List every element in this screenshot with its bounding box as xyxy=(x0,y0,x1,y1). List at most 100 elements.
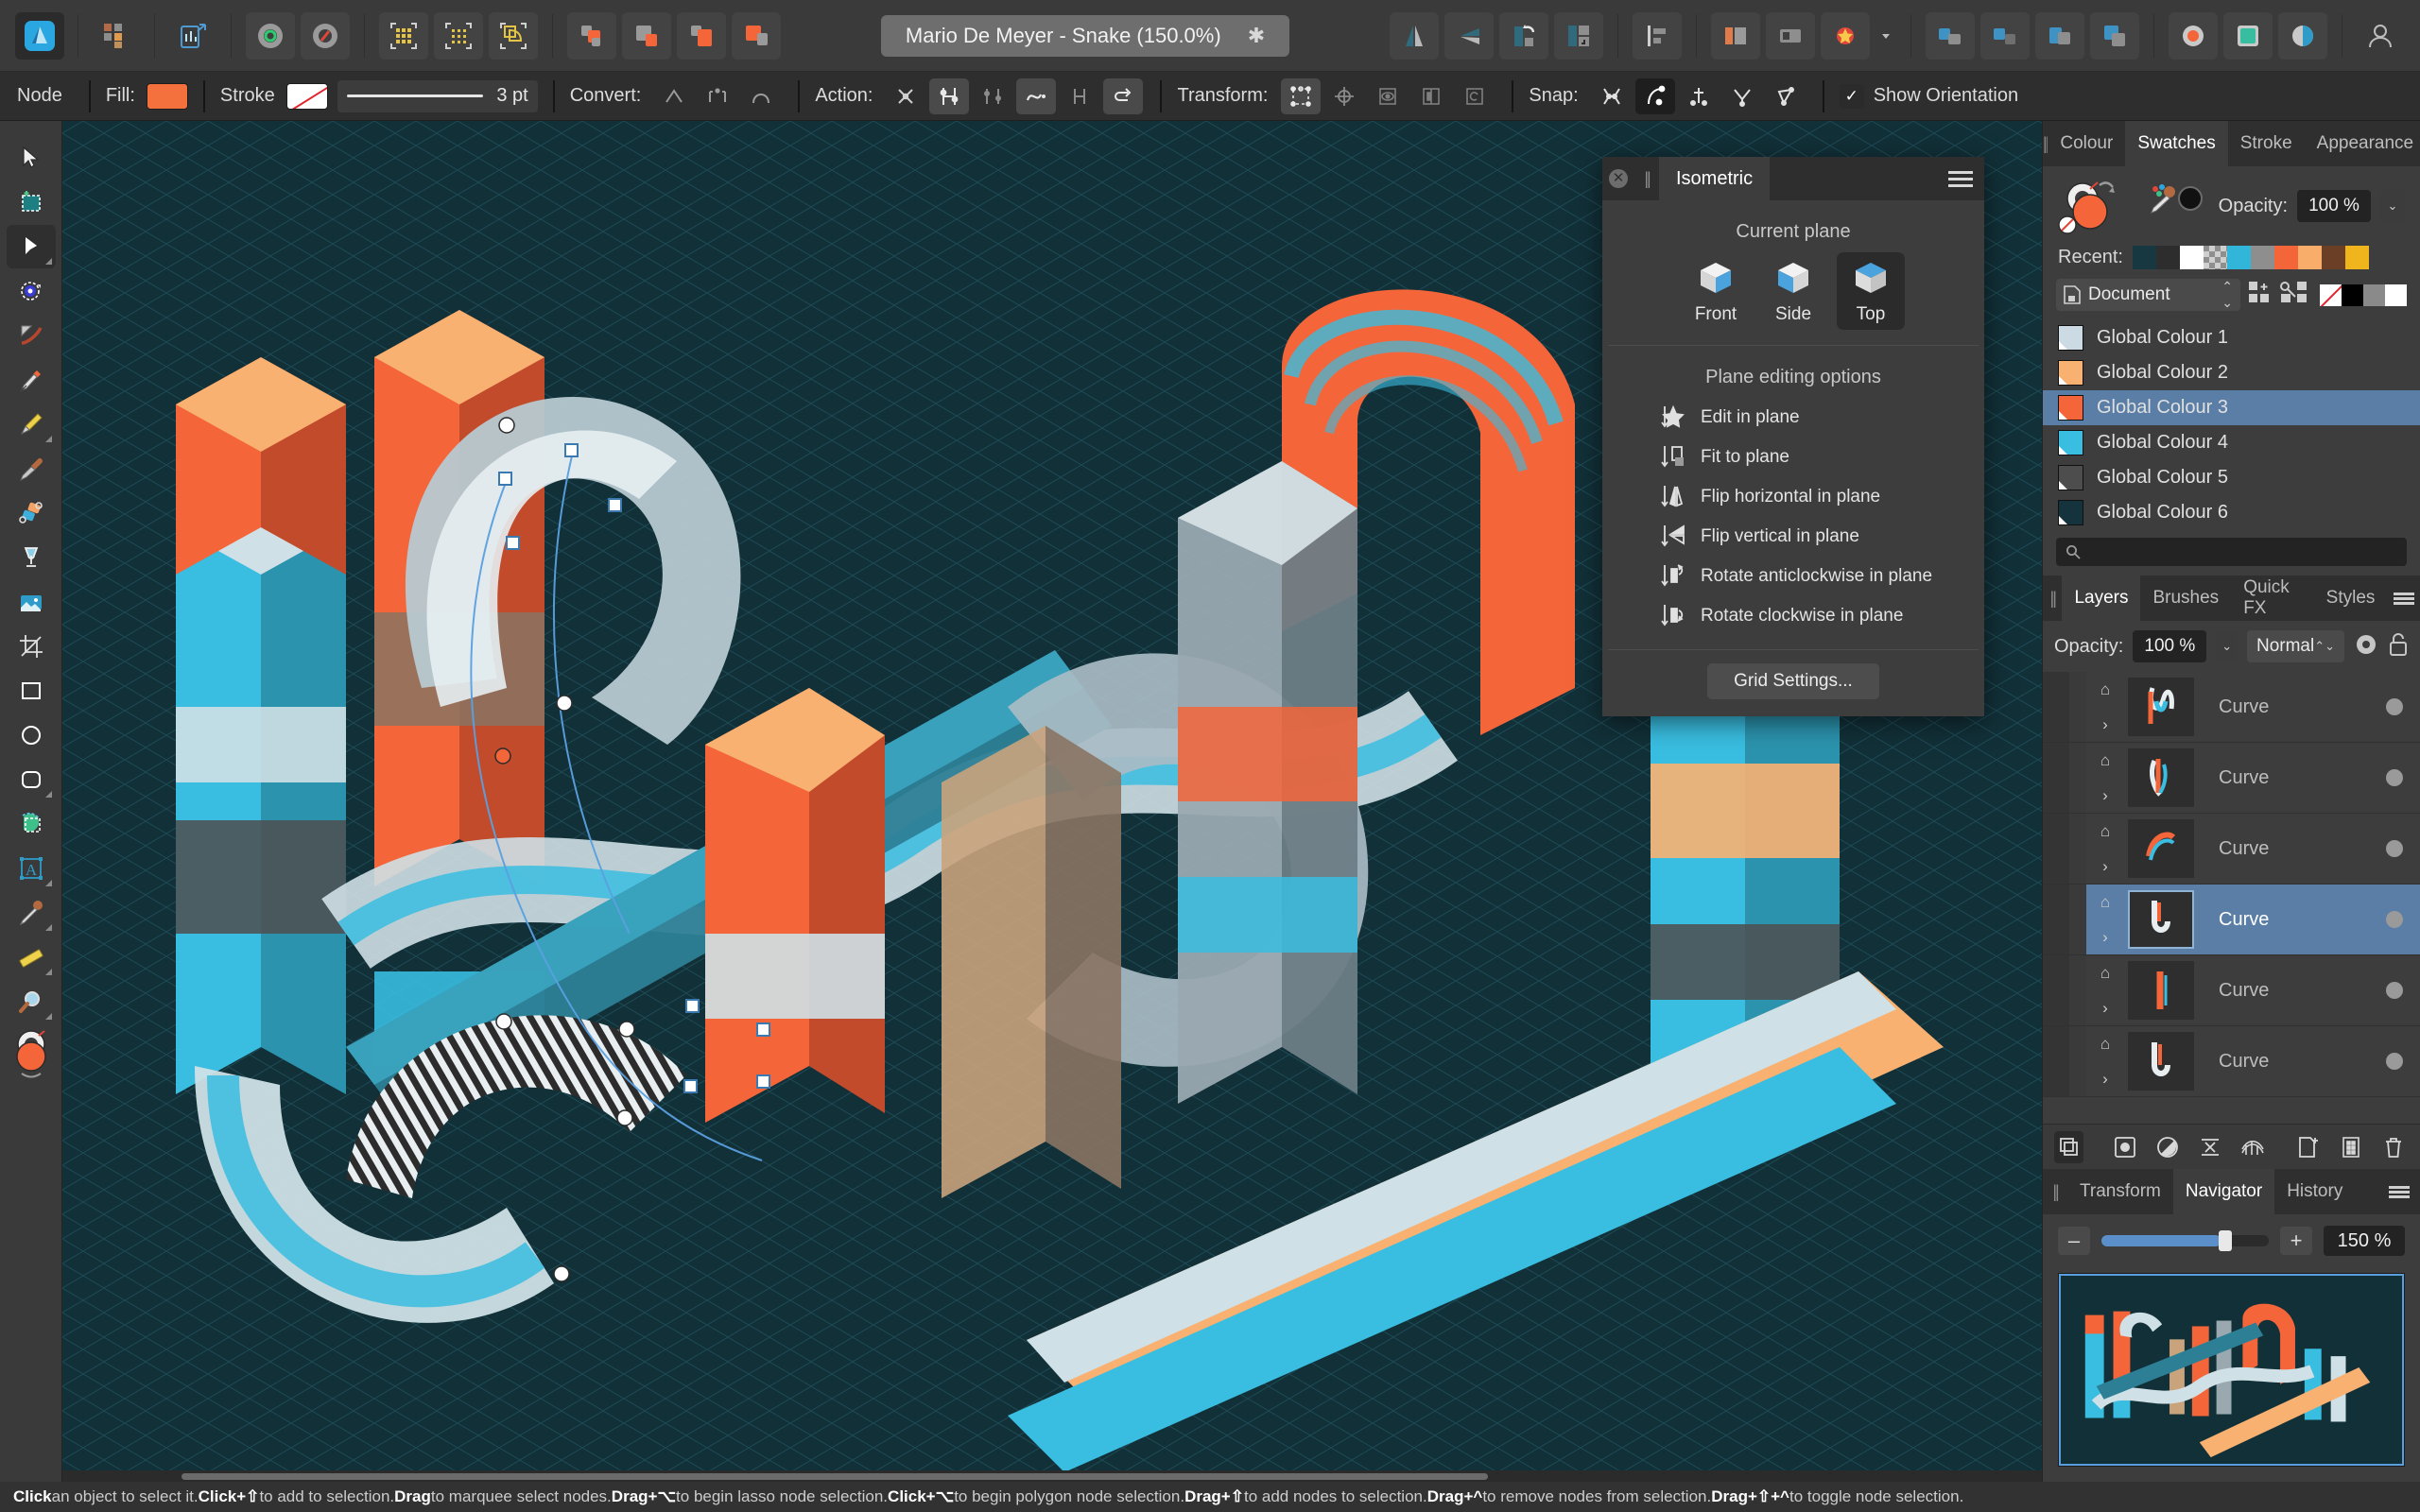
recent-colour-chip[interactable] xyxy=(2344,246,2369,269)
pencil-tool[interactable] xyxy=(7,403,56,446)
recent-colour-chip[interactable] xyxy=(2297,246,2322,269)
snap-curve-button[interactable] xyxy=(1634,77,1675,114)
account-button[interactable] xyxy=(2356,12,2405,60)
place-image-tool[interactable] xyxy=(7,580,56,624)
node-selection-tool[interactable] xyxy=(7,180,56,224)
zoom-value-input[interactable]: 150 % xyxy=(2324,1226,2405,1256)
panel-grip[interactable]: || xyxy=(2043,576,2062,621)
action-close-curve-button[interactable] xyxy=(929,77,970,114)
layer-controls[interactable]: ⌂ › xyxy=(2086,672,2124,742)
show-orientation-checkbox[interactable]: ✓ xyxy=(1839,83,1864,109)
fill-tool[interactable] xyxy=(7,536,56,579)
panel-grip[interactable]: || xyxy=(2043,1169,2067,1214)
convert-sharp-button[interactable] xyxy=(654,78,694,114)
boolean-subtract-button[interactable] xyxy=(622,11,671,60)
blend-mode-select[interactable]: Normal ⌃⌄ xyxy=(2246,630,2344,662)
tab-brushes[interactable]: Brushes xyxy=(2140,576,2232,621)
document-tab[interactable]: Mario De Meyer - Snake (150.0%) ✱ xyxy=(880,14,1290,57)
swatch-list-item[interactable]: Global Colour 6 xyxy=(2043,495,2420,530)
pen-tool[interactable] xyxy=(7,358,56,402)
layers-opacity-stepper[interactable]: ⌄ xyxy=(2216,630,2238,662)
colour-selector[interactable] xyxy=(7,1024,56,1083)
ellipse-tool[interactable] xyxy=(7,713,56,757)
swatch-list-item[interactable]: Global Colour 4 xyxy=(2043,425,2420,460)
snap-polygon-button[interactable] xyxy=(1766,78,1806,114)
add-live-filter-button[interactable] xyxy=(2238,1131,2268,1163)
navigator-panel-menu-icon[interactable] xyxy=(2378,1169,2420,1214)
canvas-horizontal-scrollbar[interactable] xyxy=(62,1470,2042,1482)
zoom-slider-handle[interactable] xyxy=(2218,1230,2232,1251)
transform-rotate-button[interactable] xyxy=(1455,78,1495,114)
layer-controls[interactable]: ⌂ › xyxy=(2086,885,2124,954)
layer-effects-button[interactable] xyxy=(1711,11,1761,60)
layer-lock-icon[interactable] xyxy=(2388,632,2409,662)
corner-tool[interactable] xyxy=(7,269,56,313)
tab-colour[interactable]: Colour xyxy=(2048,121,2126,166)
layer-visibility-toggle[interactable] xyxy=(2386,911,2403,928)
node-tool[interactable] xyxy=(6,225,56,268)
contour-tool[interactable] xyxy=(7,314,56,357)
flip-vertical-button[interactable] xyxy=(1444,11,1495,60)
tab-swatches[interactable]: Swatches xyxy=(2125,121,2228,166)
expand-chevron-icon[interactable]: › xyxy=(2102,999,2108,1018)
artistic-text-tool[interactable]: A xyxy=(7,847,56,890)
add-layer-button[interactable] xyxy=(2294,1131,2324,1163)
stroke-width-slider[interactable]: 3 pt xyxy=(337,79,538,112)
swatch-list-item[interactable]: Global Colour 3 xyxy=(2043,390,2420,425)
tab-history[interactable]: History xyxy=(2274,1169,2356,1214)
rotate-right-button[interactable] xyxy=(1554,11,1604,60)
plane-side-button[interactable]: Side xyxy=(1759,252,1827,330)
layer-visibility-toggle[interactable] xyxy=(2386,1053,2403,1070)
layer-visibility-toggle[interactable] xyxy=(2386,982,2403,999)
recent-colour-chip[interactable] xyxy=(2179,246,2204,269)
recent-colour-chip[interactable] xyxy=(2226,246,2251,269)
transform-bounding-box-button[interactable] xyxy=(1281,77,1322,114)
swatches-panel-button[interactable] xyxy=(2223,11,2273,60)
group-button[interactable] xyxy=(1926,11,1976,60)
vector-crop-tool[interactable] xyxy=(7,802,56,846)
action-reverse-curve-button[interactable] xyxy=(1103,77,1144,114)
plane-front-button[interactable]: Front xyxy=(1682,252,1750,330)
colour-picker-tool[interactable] xyxy=(7,891,56,935)
edit-in-plane-option[interactable]: Edit in plane xyxy=(1602,398,1984,438)
colour-panel-button[interactable] xyxy=(2169,11,2219,60)
recent-colour-chip[interactable] xyxy=(2132,246,2156,269)
grid-options-button[interactable] xyxy=(434,11,483,60)
grid-settings-button[interactable]: Grid Settings... xyxy=(1707,663,1879,699)
recent-colour-chip[interactable] xyxy=(2250,246,2274,269)
convert-smooth-button[interactable] xyxy=(698,78,737,114)
crop-tool[interactable] xyxy=(7,625,56,668)
tab-stroke[interactable]: Stroke xyxy=(2227,121,2305,166)
expand-chevron-icon[interactable]: › xyxy=(2102,857,2108,876)
layers-opacity-input[interactable]: 100 % xyxy=(2133,630,2207,662)
flip-horizontal-in-plane-option[interactable]: Flip horizontal in plane xyxy=(1602,477,1984,517)
delete-layer-button[interactable] xyxy=(2379,1131,2409,1163)
clip-button[interactable] xyxy=(2090,11,2140,60)
picker-tools[interactable] xyxy=(2149,183,2205,229)
fx-dropdown-button[interactable] xyxy=(1876,12,1896,60)
action-smooth-curve-button[interactable] xyxy=(1016,77,1057,114)
snap-add-node-button[interactable] xyxy=(1679,78,1719,114)
shape-builder-tool[interactable] xyxy=(7,491,56,535)
snap-to-object-button[interactable] xyxy=(489,11,538,60)
show-grid-button[interactable] xyxy=(379,11,428,60)
document-setup-button[interactable] xyxy=(246,11,295,60)
layer-mode-button[interactable] xyxy=(2054,1130,2084,1163)
isometric-panel-menu-icon[interactable] xyxy=(1937,170,1984,187)
ungroup-button[interactable] xyxy=(1980,11,2031,60)
tab-layers[interactable]: Layers xyxy=(2062,576,2141,621)
gradient-panel-button[interactable] xyxy=(2278,11,2328,60)
add-fx-button[interactable] xyxy=(2195,1131,2224,1163)
tab-styles[interactable]: Styles xyxy=(2313,576,2388,621)
transform-origin-button[interactable] xyxy=(1324,78,1364,114)
palette-source-select[interactable]: Document ⌃ ⌄ xyxy=(2056,279,2240,311)
zoom-tool[interactable] xyxy=(7,980,56,1023)
rotate-clockwise-in-plane-option[interactable]: Rotate clockwise in plane xyxy=(1602,596,1984,636)
expand-chevron-icon[interactable]: › xyxy=(2102,928,2108,947)
tab-transform[interactable]: Transform xyxy=(2067,1169,2173,1214)
layer-controls[interactable]: ⌂ › xyxy=(2086,814,2124,884)
boolean-intersect-button[interactable] xyxy=(677,11,726,60)
rectangle-tool[interactable] xyxy=(7,669,56,713)
navigator-preview[interactable] xyxy=(2058,1273,2405,1467)
fill-swatch[interactable] xyxy=(146,82,188,110)
